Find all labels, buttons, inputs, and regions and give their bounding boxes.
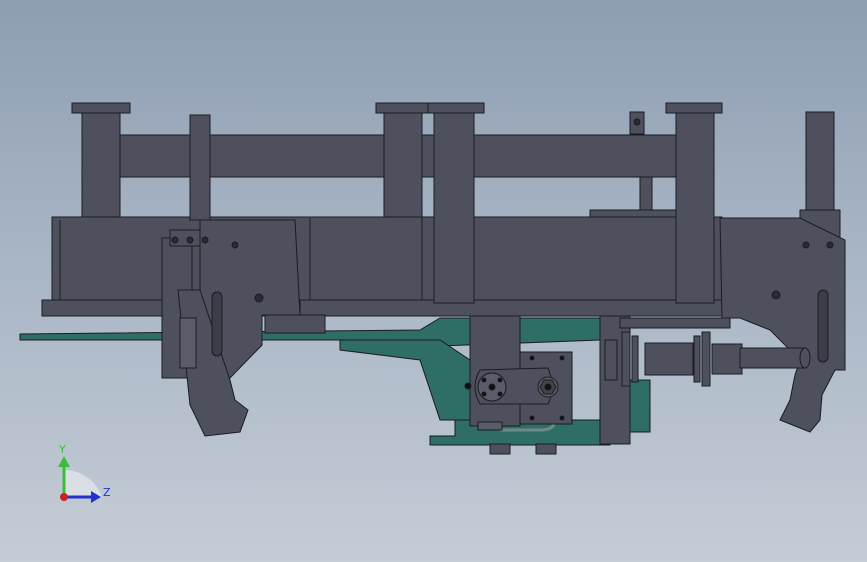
coordinate-triad [58,456,102,503]
z-axis-label: Z [103,486,111,499]
assembly-drawing [19,102,846,503]
cad-viewport[interactable]: Y Z [0,0,867,562]
main-beam [41,216,741,317]
right-gripper [719,111,846,433]
y-axis-label: Y [59,443,66,456]
